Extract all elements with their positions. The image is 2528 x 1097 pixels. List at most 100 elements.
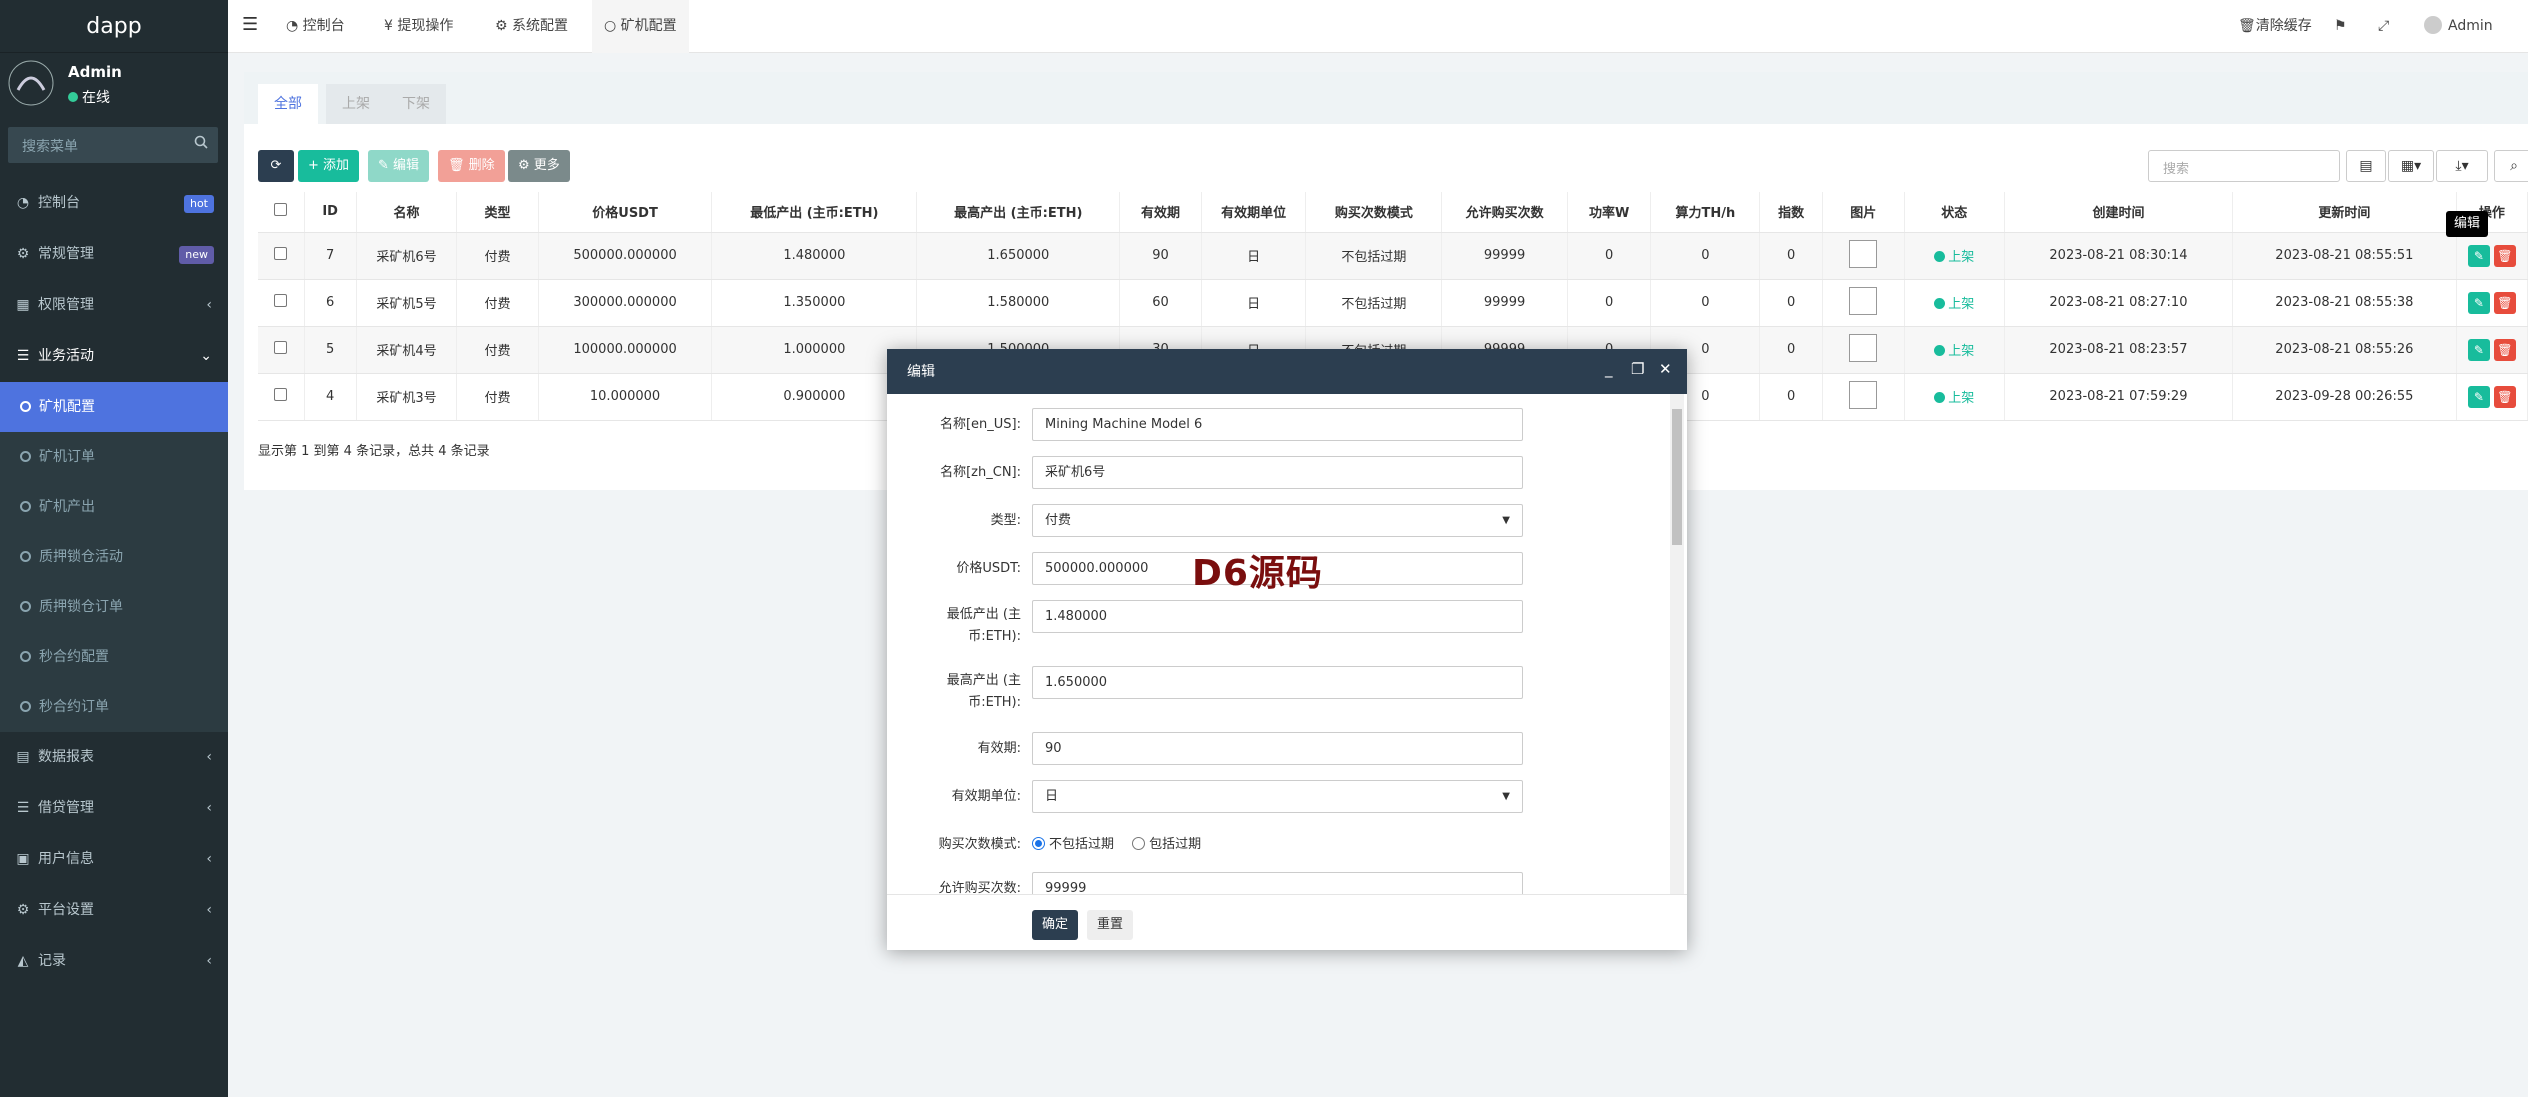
select-all-checkbox[interactable]	[258, 192, 305, 233]
table-row[interactable]: 6 采矿机5号 付费 300000.000000 1.350000 1.580000 60 日…	[258, 279, 2528, 327]
sidebar-item-general[interactable]: ⚙ 常规管理 new	[0, 229, 228, 280]
column-header[interactable]: 名称	[356, 192, 458, 233]
maximize-icon[interactable]: ❐	[1631, 360, 1644, 378]
column-header[interactable]: 状态	[1904, 192, 2005, 233]
period-input[interactable]: 90	[1032, 732, 1523, 765]
row-checkbox[interactable]	[258, 279, 305, 327]
more-button[interactable]: ⚙ 更多	[508, 150, 570, 182]
column-header[interactable]: 算力TH/h	[1650, 192, 1761, 233]
column-header[interactable]: 价格USDT	[538, 192, 713, 233]
reset-button[interactable]: 重置	[1087, 910, 1134, 940]
allow-count-input[interactable]: 99999	[1032, 872, 1523, 894]
row-checkbox[interactable]	[258, 373, 305, 421]
row-checkbox[interactable]	[258, 232, 305, 280]
row-edit-icon[interactable]: ✎	[2467, 244, 2490, 267]
row-edit-icon[interactable]: ✎	[2467, 291, 2490, 314]
sidebar-subitem-contract-config[interactable]: 秒合约配置	[0, 632, 228, 682]
sidebar-item-reports[interactable]: ▤ 数据报表 ‹	[0, 732, 228, 783]
sidebar-subitem-miner-config[interactable]: 矿机配置	[0, 382, 228, 432]
tab-all[interactable]: 全部	[258, 84, 318, 124]
row-delete-icon[interactable]: 🗑	[2493, 338, 2516, 361]
thumbnail-image[interactable]	[1849, 286, 1878, 315]
sidebar-item-platform[interactable]: ⚙ 平台设置 ‹	[0, 885, 228, 936]
add-button[interactable]: + 添加	[298, 150, 360, 182]
tab-dashboard[interactable]: ◔ 控制台	[274, 0, 357, 53]
column-header[interactable]: 图片	[1822, 192, 1905, 233]
cell-image[interactable]	[1822, 373, 1905, 421]
column-header[interactable]: 创建时间	[2004, 192, 2233, 233]
column-header[interactable]: 最高产出 (主币:ETH)	[916, 192, 1121, 233]
close-icon[interactable]: ✕	[1659, 360, 1672, 378]
confirm-button[interactable]: 确定	[1032, 910, 1079, 940]
row-checkbox[interactable]	[258, 326, 305, 374]
header-user[interactable]: Admin	[2424, 0, 2493, 53]
menu-search-input[interactable]: 搜索菜单	[8, 127, 218, 163]
row-delete-icon[interactable]: 🗑	[2493, 385, 2516, 408]
row-edit-icon[interactable]: ✎	[2467, 338, 2490, 361]
thumbnail-image[interactable]	[1849, 239, 1878, 268]
fullscreen-icon[interactable]: ⤢	[2378, 0, 2389, 53]
row-edit-icon[interactable]: ✎	[2467, 385, 2490, 408]
radio-include-expired[interactable]: 包括过期	[1132, 837, 1201, 852]
app-logo[interactable]: dapp	[0, 0, 228, 53]
type-select[interactable]: 付费 ▼	[1032, 504, 1523, 537]
minimize-icon[interactable]: _	[1605, 360, 1613, 378]
tab-miner-config[interactable]: ○ 矿机配置	[592, 0, 689, 53]
sidebar-subitem-miner-output[interactable]: 矿机产出	[0, 482, 228, 532]
thumbnail-image[interactable]	[1849, 380, 1878, 409]
sidebar-item-records[interactable]: ◭ 记录 ‹	[0, 936, 228, 987]
row-delete-icon[interactable]: 🗑	[2493, 244, 2516, 267]
dialog-scrollbar[interactable]	[1670, 394, 1684, 894]
group-icon: ▦	[16, 297, 30, 313]
sidebar-subitem-miner-orders[interactable]: 矿机订单	[0, 432, 228, 482]
sidebar-item-auth[interactable]: ▦ 权限管理 ‹	[0, 280, 228, 331]
sidebar-item-dashboard[interactable]: ◔ 控制台 hot	[0, 178, 228, 229]
delete-button[interactable]: 🗑 删除	[438, 150, 505, 182]
column-header[interactable]: 最低产出 (主币:ETH)	[711, 192, 918, 233]
column-header[interactable]: 功率W	[1567, 192, 1652, 233]
sidebar-subitem-contract-orders[interactable]: 秒合约订单	[0, 682, 228, 732]
column-header[interactable]: 更新时间	[2232, 192, 2457, 233]
search-icon[interactable]	[194, 135, 208, 153]
advanced-search-icon[interactable]: ⌕	[2494, 150, 2528, 182]
thumbnail-image[interactable]	[1849, 333, 1878, 362]
column-header[interactable]: 允许购买次数	[1441, 192, 1568, 233]
edit-button[interactable]: ✎ 编辑	[368, 150, 430, 182]
clear-cache-button[interactable]: 🗑清除缓存	[2238, 0, 2312, 53]
tab-withdraw[interactable]: ¥ 提现操作	[372, 0, 465, 53]
column-header[interactable]: 类型	[456, 192, 539, 233]
language-icon[interactable]: ⚑	[2334, 0, 2347, 53]
sidebar-item-users[interactable]: ▣ 用户信息 ‹	[0, 834, 228, 885]
tab-system-config[interactable]: ⚙ 系统配置	[483, 0, 580, 53]
radio-exclude-expired[interactable]: 不包括过期	[1032, 837, 1114, 852]
sidebar-subitem-staking-activity[interactable]: 质押锁仓活动	[0, 532, 228, 582]
row-delete-icon[interactable]: 🗑	[2493, 291, 2516, 314]
period-unit-select[interactable]: 日 ▼	[1032, 780, 1523, 813]
tab-online[interactable]: 上架	[326, 84, 386, 124]
refresh-button[interactable]: ⟳	[258, 150, 294, 182]
column-header[interactable]: 有效期单位	[1201, 192, 1307, 233]
sidebar-submenu: 矿机配置 矿机订单 矿机产出 质押锁仓活动 质押锁仓订单 秒合约配置 秒合约订单	[0, 382, 228, 732]
table-search-input[interactable]: 搜索	[2148, 150, 2340, 182]
max-output-input[interactable]: 1.650000	[1032, 666, 1523, 699]
column-header[interactable]: 购买次数模式	[1305, 192, 1443, 233]
cell-image[interactable]	[1822, 279, 1905, 327]
column-header[interactable]: ID	[304, 192, 357, 233]
name-zh-input[interactable]: 采矿机6号	[1032, 456, 1523, 489]
export-icon[interactable]: ⤓▾	[2436, 150, 2488, 182]
toggle-view-icon[interactable]: ▤	[2346, 150, 2386, 182]
columns-icon[interactable]: ▦▾	[2388, 150, 2434, 182]
tab-offline[interactable]: 下架	[386, 84, 446, 124]
name-en-input[interactable]: Mining Machine Model 6	[1032, 408, 1523, 441]
column-header[interactable]: 指数	[1759, 192, 1823, 233]
sidebar-item-loans[interactable]: ☰ 借贷管理 ‹	[0, 783, 228, 834]
sidebar-subitem-staking-orders[interactable]: 质押锁仓订单	[0, 582, 228, 632]
cell-image[interactable]	[1822, 326, 1905, 374]
sidebar-item-business[interactable]: ☰ 业务活动 ⌄	[0, 331, 228, 382]
column-header[interactable]: 有效期	[1119, 192, 1202, 233]
scrollbar-thumb[interactable]	[1672, 409, 1682, 545]
menu-toggle-icon[interactable]: ☰	[242, 14, 258, 35]
min-output-input[interactable]: 1.480000	[1032, 600, 1523, 633]
table-row[interactable]: 7 采矿机6号 付费 500000.000000 1.480000 1.650000 90 日…	[258, 232, 2528, 280]
cell-image[interactable]	[1822, 232, 1905, 280]
